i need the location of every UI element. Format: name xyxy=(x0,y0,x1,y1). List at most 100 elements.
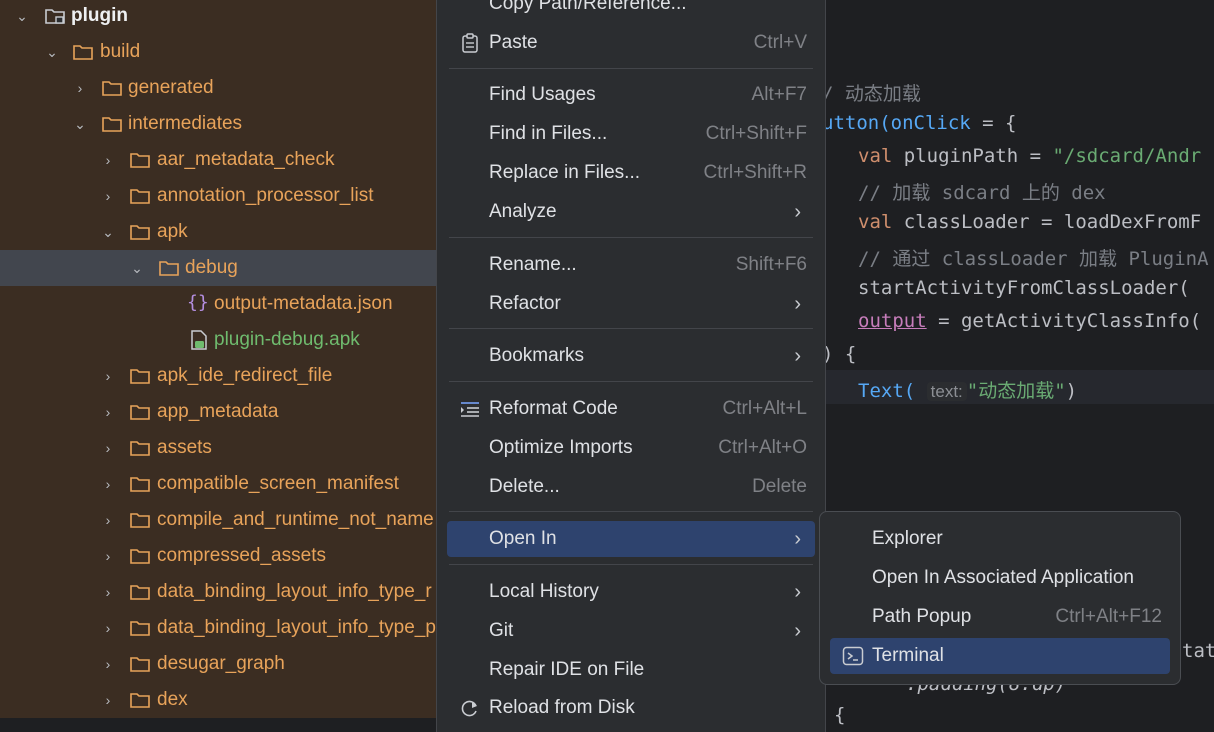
chevron-right-icon[interactable]: › xyxy=(98,466,118,502)
tree-item-label: intermediates xyxy=(128,113,243,134)
submenu-item-explorer[interactable]: Explorer xyxy=(830,521,1170,557)
tree-item-compressed-assets[interactable]: › compressed_assets xyxy=(0,538,436,574)
folder-icon xyxy=(130,693,150,708)
code-line: val classLoader = loadDexFromF xyxy=(858,211,1202,233)
chevron-right-icon[interactable]: › xyxy=(98,574,118,610)
menu-item-reformat-code[interactable]: Reformat Code Ctrl+Alt+L xyxy=(447,391,815,427)
tree-item-build[interactable]: ⌄ build xyxy=(0,34,436,70)
tree-item-label: apk xyxy=(157,221,188,242)
tree-item-label: annotation_processor_list xyxy=(157,185,374,206)
chevron-down-icon[interactable]: ⌄ xyxy=(12,0,32,34)
folder-icon xyxy=(130,513,150,528)
menu-item-copy-path[interactable]: Copy Path/Reference... xyxy=(447,0,815,22)
tree-item-data-binding-r[interactable]: › data_binding_layout_info_type_r xyxy=(0,574,436,610)
submenu-item-path-popup[interactable]: Path Popup Ctrl+Alt+F12 xyxy=(830,599,1170,635)
code-line: tat xyxy=(1182,640,1214,662)
tree-item-data-binding-p[interactable]: › data_binding_layout_info_type_p xyxy=(0,610,436,646)
tree-item-label: debug xyxy=(185,257,238,278)
folder-icon xyxy=(130,189,150,204)
chevron-right-icon[interactable]: › xyxy=(98,682,118,718)
tree-item-aar-metadata-check[interactable]: › aar_metadata_check xyxy=(0,142,436,178)
folder-icon xyxy=(130,585,150,600)
tree-item-label: compatible_screen_manifest xyxy=(157,473,399,494)
chevron-right-icon[interactable]: › xyxy=(98,430,118,466)
chevron-right-icon: › xyxy=(794,201,801,223)
tree-item-dex[interactable]: › dex xyxy=(0,682,436,718)
code-line: output = getActivityClassInfo( xyxy=(858,310,1202,332)
menu-separator xyxy=(449,68,813,69)
chevron-right-icon[interactable]: › xyxy=(98,394,118,430)
chevron-down-icon[interactable]: ⌄ xyxy=(127,250,147,286)
tree-item-label: desugar_graph xyxy=(157,653,285,674)
tree-item-plugin-debug-apk[interactable]: plugin-debug.apk xyxy=(0,322,436,358)
folder-icon xyxy=(130,369,150,384)
menu-item-local-history[interactable]: Local History › xyxy=(447,574,815,610)
tree-item-apk[interactable]: ⌄ apk xyxy=(0,214,436,250)
folder-icon xyxy=(130,621,150,636)
chevron-right-icon[interactable]: › xyxy=(98,646,118,682)
menu-separator xyxy=(449,564,813,565)
submenu-item-associated-application[interactable]: Open In Associated Application xyxy=(830,560,1170,596)
menu-item-bookmarks[interactable]: Bookmarks › xyxy=(447,338,815,374)
tree-item-label: output-metadata.json xyxy=(214,293,393,314)
tree-item-label: data_binding_layout_info_type_p xyxy=(157,617,436,638)
menu-item-git[interactable]: Git › xyxy=(447,613,815,649)
code-line: { xyxy=(834,704,846,726)
reload-icon xyxy=(461,700,477,717)
folder-icon xyxy=(130,225,150,240)
chevron-right-icon[interactable]: › xyxy=(98,358,118,394)
menu-item-open-in[interactable]: Open In › xyxy=(447,521,815,557)
menu-item-paste[interactable]: Paste Ctrl+V xyxy=(447,25,815,61)
menu-item-find-usages[interactable]: Find Usages Alt+F7 xyxy=(447,77,815,113)
tree-item-intermediates[interactable]: ⌄ intermediates xyxy=(0,106,436,142)
tree-item-output-metadata-json[interactable]: {} output-metadata.json xyxy=(0,286,436,322)
menu-item-analyze[interactable]: Analyze › xyxy=(447,194,815,230)
menu-item-optimize-imports[interactable]: Optimize Imports Ctrl+Alt+O xyxy=(447,430,815,466)
folder-icon xyxy=(102,81,122,96)
chevron-right-icon: › xyxy=(794,293,801,315)
tree-item-app-metadata[interactable]: › app_metadata xyxy=(0,394,436,430)
project-tree: ⌄ plugin ⌄ build › generated ⌄ intermedi… xyxy=(0,0,436,718)
chevron-right-icon[interactable]: › xyxy=(98,178,118,214)
chevron-right-icon[interactable]: › xyxy=(98,538,118,574)
chevron-right-icon[interactable]: › xyxy=(98,610,118,646)
tree-item-label: assets xyxy=(157,437,212,458)
chevron-right-icon[interactable]: › xyxy=(70,70,90,106)
tree-item-assets[interactable]: › assets xyxy=(0,430,436,466)
module-folder-icon xyxy=(45,9,65,24)
chevron-right-icon[interactable]: › xyxy=(98,502,118,538)
menu-separator xyxy=(449,328,813,329)
tree-item-apk-ide-redirect-file[interactable]: › apk_ide_redirect_file xyxy=(0,358,436,394)
menu-item-find-in-files[interactable]: Find in Files... Ctrl+Shift+F xyxy=(447,116,815,152)
chevron-down-icon[interactable]: ⌄ xyxy=(98,214,118,250)
tree-item-compile-and-runtime[interactable]: › compile_and_runtime_not_name xyxy=(0,502,436,538)
folder-icon xyxy=(73,45,93,60)
chevron-right-icon[interactable]: › xyxy=(98,142,118,178)
chevron-down-icon[interactable]: ⌄ xyxy=(70,106,90,142)
tree-item-desugar-graph[interactable]: › desugar_graph xyxy=(0,646,436,682)
chevron-right-icon: › xyxy=(794,345,801,367)
chevron-down-icon[interactable]: ⌄ xyxy=(42,34,62,70)
tree-item-plugin[interactable]: ⌄ plugin xyxy=(0,0,436,34)
folder-icon xyxy=(130,657,150,672)
menu-item-rename[interactable]: Rename... Shift+F6 xyxy=(447,247,815,283)
code-line: Text( text: "动态加载") xyxy=(858,380,1078,402)
apk-file-icon xyxy=(191,330,207,350)
menu-item-reload-from-disk[interactable]: Reload from Disk xyxy=(447,690,815,726)
clipboard-icon xyxy=(462,33,478,53)
tree-item-generated[interactable]: › generated xyxy=(0,70,436,106)
open-in-submenu: Explorer Open In Associated Application … xyxy=(819,511,1181,685)
menu-separator xyxy=(449,237,813,238)
submenu-item-terminal[interactable]: Terminal xyxy=(830,638,1170,674)
tree-item-label: aar_metadata_check xyxy=(157,149,335,170)
menu-item-repair-ide[interactable]: Repair IDE on File xyxy=(447,652,815,688)
tree-item-compatible-screen-manifest[interactable]: › compatible_screen_manifest xyxy=(0,466,436,502)
tree-item-debug[interactable]: ⌄ debug xyxy=(0,250,436,286)
tree-item-annotation-processor-list[interactable]: › annotation_processor_list xyxy=(0,178,436,214)
menu-item-replace-in-files[interactable]: Replace in Files... Ctrl+Shift+R xyxy=(447,155,815,191)
menu-item-refactor[interactable]: Refactor › xyxy=(447,286,815,322)
chevron-right-icon: › xyxy=(794,528,801,550)
reformat-icon xyxy=(461,402,479,417)
menu-item-delete[interactable]: Delete... Delete xyxy=(447,469,815,505)
folder-icon xyxy=(130,549,150,564)
